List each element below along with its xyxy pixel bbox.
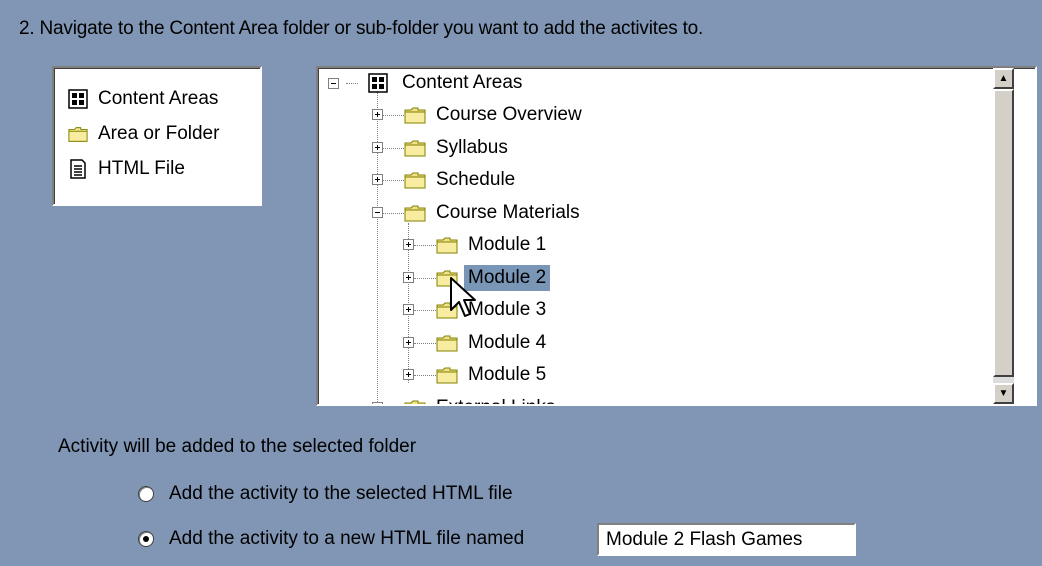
tree-node-label: Syllabus <box>436 136 508 158</box>
folder-icon <box>436 334 464 352</box>
tree-node-label: Module 2 <box>462 263 552 292</box>
tree-connector <box>414 342 436 344</box>
collapse-icon[interactable] <box>328 78 339 89</box>
content-areas-icon <box>368 73 388 93</box>
instruction-text: 2. Navigate to the Content Area folder o… <box>19 18 704 39</box>
option-selected-html-file[interactable]: Add the activity to the selected HTML fi… <box>138 483 513 505</box>
folder-icon <box>436 366 464 384</box>
tree-node[interactable]: Module 2 <box>403 263 552 293</box>
html-file-icon <box>70 159 86 179</box>
expand-icon[interactable] <box>372 141 383 153</box>
tree-connector <box>414 375 436 376</box>
content-areas-icon <box>68 89 88 109</box>
folder-icon <box>404 139 432 157</box>
tree-node[interactable]: Module 5 <box>403 360 550 390</box>
expand-icon[interactable] <box>403 304 414 315</box>
status-text: Activity will be added to the selected f… <box>58 436 417 457</box>
legend-item-folder: Area or Folder <box>68 123 219 145</box>
expand-icon[interactable] <box>372 174 383 185</box>
legend-item-content-areas: Content Areas <box>68 88 218 110</box>
tree-node-label: Module 5 <box>468 364 547 385</box>
expand-icon[interactable] <box>403 271 414 283</box>
legend-label: Area or Folder <box>98 123 220 144</box>
tree-node[interactable]: Module 3 <box>403 295 550 325</box>
tree-connector <box>383 212 404 214</box>
folder-icon <box>404 171 432 189</box>
tree-node-label: External Links <box>432 395 559 405</box>
legend-box: Content Areas Area or Folder HTML File <box>52 66 262 206</box>
tree-node-label: Content Areas <box>402 72 523 93</box>
tree-node[interactable]: Course Materials <box>372 198 584 228</box>
collapse-icon[interactable] <box>372 206 383 218</box>
option-label: Add the activity to a new HTML file name… <box>169 528 525 549</box>
folder-icon <box>68 127 88 142</box>
vertical-scrollbar[interactable]: ▲ ▼ <box>993 68 1014 404</box>
legend-label: Content Areas <box>98 88 219 109</box>
tree-node[interactable]: Module 1 <box>403 230 550 260</box>
legend-item-html-file: HTML File <box>68 158 185 180</box>
tree-node[interactable]: External Links <box>372 393 559 405</box>
expand-icon[interactable] <box>403 369 414 380</box>
radio-new-html-file[interactable] <box>138 531 154 547</box>
tree-canvas: Content Areas Course Overview Syllabus Sch… <box>318 68 1014 404</box>
folder-icon <box>404 399 432 404</box>
folder-icon <box>436 236 464 254</box>
tree-node[interactable]: Syllabus <box>372 133 512 163</box>
tree-node-label: Module 4 <box>468 331 547 353</box>
tree-node-label: Schedule <box>436 169 516 190</box>
tree-connector <box>414 277 436 279</box>
expand-icon[interactable] <box>403 239 414 250</box>
scroll-thumb[interactable] <box>993 89 1014 377</box>
tree-node-root[interactable]: Content Areas <box>328 68 526 98</box>
tree-node-label: Module 1 <box>468 234 547 255</box>
tree-node[interactable]: Module 4 <box>403 328 550 358</box>
scroll-down-button[interactable]: ▼ <box>993 383 1014 404</box>
new-file-name-input[interactable] <box>597 523 856 556</box>
tree-node-label: Course Materials <box>436 201 580 223</box>
expand-icon[interactable] <box>372 109 383 120</box>
option-new-html-file[interactable]: Add the activity to a new HTML file name… <box>138 528 524 550</box>
legend-label: HTML File <box>98 158 185 179</box>
tree-connector <box>383 147 404 149</box>
tree-connector <box>383 115 404 116</box>
tree-node[interactable]: Course Overview <box>372 100 586 130</box>
tree-connector <box>414 245 436 246</box>
folder-icon <box>404 106 432 124</box>
content-tree[interactable]: Content Areas Course Overview Syllabus Sch… <box>316 66 1037 406</box>
option-label: Add the activity to the selected HTML fi… <box>169 483 513 504</box>
arrow-down-icon: ▼ <box>998 388 1009 399</box>
folder-icon <box>436 269 464 287</box>
tree-node[interactable]: Schedule <box>372 165 519 195</box>
tree-connector <box>414 310 436 311</box>
expand-icon[interactable] <box>372 401 383 404</box>
folder-icon <box>436 301 464 319</box>
tree-node-label: Course Overview <box>436 104 582 125</box>
scroll-up-button[interactable]: ▲ <box>993 68 1014 89</box>
folder-icon <box>404 204 432 222</box>
radio-selected-html-file[interactable] <box>138 486 154 502</box>
tree-connector <box>383 180 404 181</box>
tree-node-label: Module 3 <box>468 299 547 320</box>
expand-icon[interactable] <box>403 336 414 348</box>
arrow-up-icon: ▲ <box>998 73 1009 84</box>
